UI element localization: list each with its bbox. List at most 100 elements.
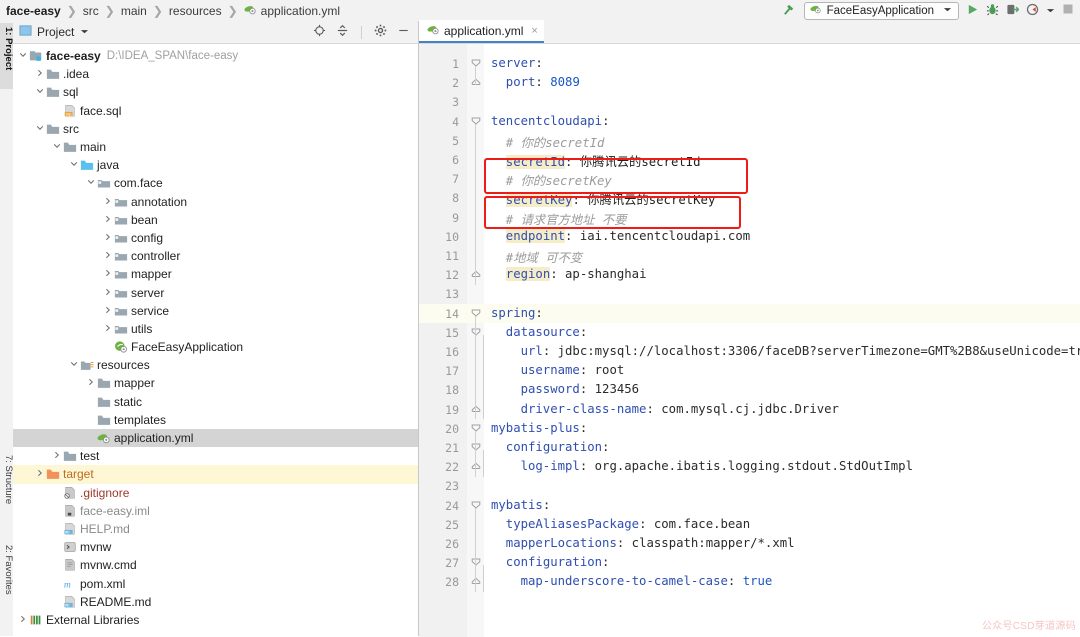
code-line-text[interactable]: secretId: 你腾讯云的secretId	[505, 152, 701, 170]
breadcrumb-item-project[interactable]: face-easy	[6, 4, 61, 18]
project-tree[interactable]: face-easy D:\IDEA_SPAN\face-easy .idea sql S…	[13, 44, 418, 636]
chevron-down-icon[interactable]	[51, 142, 62, 152]
tree-node-main[interactable]: main	[13, 138, 418, 156]
fold-collapse-icon[interactable]	[471, 327, 481, 337]
code-line-text[interactable]: # 你的secretId	[506, 133, 605, 151]
fold-collapse-icon[interactable]	[471, 116, 481, 126]
chevron-down-icon[interactable]	[17, 51, 28, 61]
profiler-icon[interactable]	[1026, 3, 1039, 19]
code-line-text[interactable]: configuration:	[506, 440, 610, 454]
chevron-right-icon[interactable]	[34, 469, 45, 479]
hide-icon[interactable]	[397, 24, 410, 40]
chevron-down-icon[interactable]	[1046, 4, 1055, 18]
code-line-text[interactable]: driver-class-name: com.mysql.cj.jdbc.Dri…	[521, 402, 839, 416]
run-with-coverage-icon[interactable]	[1006, 3, 1020, 19]
fold-collapse-icon[interactable]	[471, 557, 481, 567]
tree-node-mapper[interactable]: mapper	[13, 265, 418, 283]
debug-icon[interactable]	[986, 3, 999, 19]
tree-node-com-face[interactable]: com.face	[13, 174, 418, 192]
editor-tab-application-yml[interactable]: application.yml ×	[419, 20, 544, 43]
chevron-right-icon[interactable]	[85, 378, 96, 388]
fold-collapse-icon[interactable]	[471, 58, 481, 68]
tree-node-readme-md[interactable]: MD README.md	[13, 593, 418, 611]
breadcrumb[interactable]: face-easy ❯ src ❯ main ❯ resources ❯ app…	[0, 0, 340, 21]
chevron-down-icon[interactable]	[85, 178, 96, 188]
tree-node-external-libraries[interactable]: External Libraries	[13, 611, 418, 629]
code-line-text[interactable]: url: jdbc:mysql://localhost:3306/faceDB?…	[521, 344, 1080, 358]
code-line-text[interactable]: # 请求官方地址 不要	[506, 210, 627, 228]
tree-node-help-md[interactable]: MD HELP.md	[13, 520, 418, 538]
tree-node-face-sql[interactable]: SQL face.sql	[13, 102, 418, 120]
tree-node-templates[interactable]: templates	[13, 411, 418, 429]
code-line[interactable]	[419, 361, 1080, 380]
tree-node-server[interactable]: server	[13, 283, 418, 301]
tree-node-utils[interactable]: utils	[13, 320, 418, 338]
tree-node-src[interactable]: src	[13, 120, 418, 138]
code-line-text[interactable]: typeAliasesPackage: com.face.bean	[506, 517, 750, 531]
code-line-text[interactable]: mybatis-plus:	[491, 421, 587, 435]
locate-icon[interactable]	[313, 24, 326, 40]
code-line-text[interactable]: configuration:	[506, 555, 610, 569]
code-line-text[interactable]: password: 123456	[521, 382, 639, 396]
collapse-all-icon[interactable]	[336, 24, 349, 40]
tree-node-java[interactable]: java	[13, 156, 418, 174]
tree-node--gitignore[interactable]: .gitignore	[13, 484, 418, 502]
code-line-text[interactable]: region: ap-shanghai	[505, 267, 646, 282]
chevron-down-icon[interactable]	[34, 87, 45, 97]
breadcrumb-item-resources[interactable]: resources	[169, 4, 222, 18]
code-line-text[interactable]: datasource:	[506, 325, 587, 339]
fold-collapse-icon[interactable]	[471, 423, 481, 433]
tree-node-test[interactable]: test	[13, 447, 418, 465]
chevron-right-icon[interactable]	[102, 233, 113, 243]
code-line-text[interactable]: mapperLocations: classpath:mapper/*.xml	[506, 536, 795, 550]
code-line-text[interactable]: tencentcloudapi:	[491, 114, 609, 128]
code-line-text[interactable]: server:	[491, 56, 543, 70]
chevron-right-icon[interactable]	[17, 615, 28, 625]
run-icon[interactable]	[966, 3, 979, 19]
chevron-down-icon[interactable]	[34, 124, 45, 134]
fold-collapse-icon[interactable]	[471, 308, 481, 318]
code-line-text[interactable]: log-impl: org.apache.ibatis.logging.stdo…	[521, 459, 913, 473]
tree-node-mvnw-cmd[interactable]: mvnw.cmd	[13, 556, 418, 574]
code-line-text[interactable]: username: root	[521, 363, 625, 377]
tree-node-face-easy-iml[interactable]: face-easy.iml	[13, 502, 418, 520]
code-line-text[interactable]: secretKey: 你腾讯云的secretKey	[505, 190, 715, 208]
settings-gear-icon[interactable]	[374, 24, 387, 40]
chevron-right-icon[interactable]	[102, 215, 113, 225]
fold-end-icon[interactable]	[471, 461, 481, 471]
breadcrumb-item-main[interactable]: main	[121, 4, 147, 18]
chevron-down-icon[interactable]	[68, 360, 79, 370]
tree-node-service[interactable]: service	[13, 302, 418, 320]
close-icon[interactable]: ×	[531, 25, 537, 37]
fold-collapse-icon[interactable]	[471, 442, 481, 452]
chevron-right-icon[interactable]	[51, 451, 62, 461]
code-viewport[interactable]: 1 server: 2 port: 8089 3 4 tencentcloudapi: 5 # …	[419, 44, 1080, 637]
code-line[interactable]	[419, 92, 1080, 111]
tree-node-config[interactable]: config	[13, 229, 418, 247]
run-configuration-selector[interactable]: FaceEasyApplication	[803, 1, 959, 20]
tree-node--idea[interactable]: .idea	[13, 65, 418, 83]
code-line-text[interactable]: mybatis:	[491, 498, 550, 512]
chevron-right-icon[interactable]	[102, 269, 113, 279]
tree-node-face-easy[interactable]: face-easy D:\IDEA_SPAN\face-easy	[13, 47, 418, 65]
tree-node-target[interactable]: target	[13, 465, 418, 484]
code-line[interactable]	[419, 380, 1080, 399]
code-line-text[interactable]: map-underscore-to-camel-case: true	[521, 574, 773, 588]
tree-node-resources[interactable]: resources	[13, 356, 418, 374]
code-line-text[interactable]: #地域 可不变	[506, 248, 582, 266]
fold-end-icon[interactable]	[471, 269, 481, 279]
tree-node-pom-xml[interactable]: m pom.xml	[13, 574, 418, 592]
breadcrumb-item-file[interactable]: application.yml	[244, 3, 340, 19]
chevron-down-icon[interactable]	[80, 27, 89, 38]
tree-node-sql[interactable]: sql	[13, 83, 418, 101]
code-line[interactable]	[419, 284, 1080, 303]
tree-node-controller[interactable]: controller	[13, 247, 418, 265]
tree-node-static[interactable]: static	[13, 393, 418, 411]
code-line[interactable]	[419, 476, 1080, 495]
code-line-text[interactable]: port: 8089	[506, 75, 580, 89]
breadcrumb-item-src[interactable]: src	[83, 4, 99, 18]
build-hammer-icon[interactable]	[782, 2, 797, 20]
chevron-right-icon[interactable]	[34, 69, 45, 79]
code-line-text[interactable]: # 你的secretKey	[506, 171, 612, 189]
tree-node-mapper[interactable]: mapper	[13, 374, 418, 392]
